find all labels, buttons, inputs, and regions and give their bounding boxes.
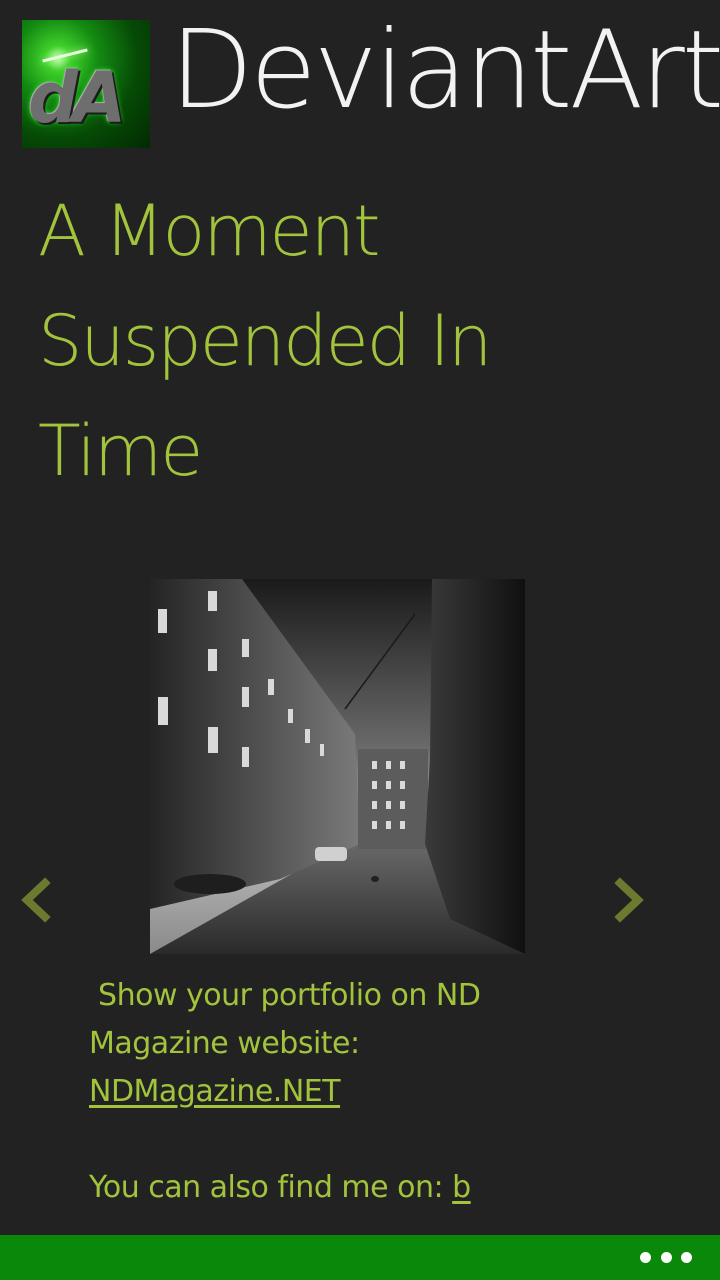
description-line: You can also find me on: <box>89 1170 453 1205</box>
chevron-right-icon <box>614 877 644 923</box>
next-button[interactable] <box>606 873 650 927</box>
description-line: Magazine website: <box>89 1026 360 1061</box>
app-bar <box>0 1235 720 1280</box>
deviantart-logo-icon: dA <box>22 20 150 148</box>
artwork-title: A Moment Suspended In Time <box>38 190 492 492</box>
profile-link[interactable]: b <box>452 1170 471 1205</box>
app-title: DeviantArt <box>170 8 720 133</box>
logo-text: dA <box>28 57 126 139</box>
ellipsis-icon <box>660 1251 672 1263</box>
more-options-button[interactable] <box>640 1245 692 1269</box>
previous-button[interactable] <box>15 873 59 927</box>
ellipsis-icon <box>640 1251 651 1263</box>
artwork-description: Show your portfolio on ND Magazine websi… <box>89 972 649 1212</box>
ellipsis-icon <box>681 1251 692 1263</box>
chevron-left-icon <box>21 877 51 923</box>
ndmagazine-link[interactable]: NDMagazine.NET <box>89 1074 341 1109</box>
header: dA DeviantArt <box>0 0 720 160</box>
artwork-image[interactable] <box>150 579 525 954</box>
description-line: Show your portfolio on ND <box>89 978 481 1013</box>
